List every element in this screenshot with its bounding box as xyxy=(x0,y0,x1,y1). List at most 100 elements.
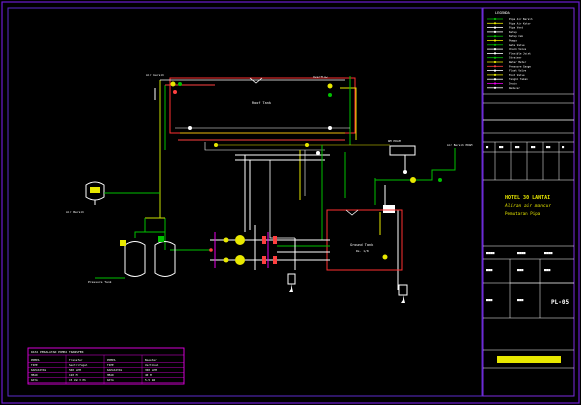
spec-table-cell: 300 LPM xyxy=(145,368,157,372)
spec-table-cell: KAPASITAS xyxy=(31,368,46,372)
svg-text:■■: ■■ xyxy=(546,145,551,149)
legend-symbol-dot xyxy=(493,39,497,42)
left-storage-tank xyxy=(85,181,160,205)
roof-tank-valves xyxy=(170,81,333,155)
cad-drawing-canvas: LEGENDA Pipa Air BersihPipa Air KotorPip… xyxy=(1,1,580,404)
legend-symbol-dot xyxy=(493,48,497,51)
legend-item-label: Gate Valve xyxy=(509,43,525,47)
svg-text:■■■■: ■■■■ xyxy=(517,251,526,255)
title-block: LEGENDA Pipa Air BersihPipa Air KotorPip… xyxy=(482,7,575,397)
project-subtitle-2: Pemutaran Pipa xyxy=(505,211,541,216)
legend-symbol-dot xyxy=(493,60,497,64)
meter-assembly xyxy=(383,170,442,213)
spec-table-cell: POMPA xyxy=(107,358,116,362)
left-tank-sub: Pressure Tank xyxy=(88,280,112,284)
legend-symbol-dot xyxy=(493,78,497,81)
legend-title: LEGENDA xyxy=(495,11,511,15)
ground-tank: Ground Tank Rs. 1/8 xyxy=(326,209,403,271)
sheet-code: PL-05 xyxy=(551,299,569,306)
legend-symbol-dot xyxy=(493,82,497,85)
legend-symbol-dot xyxy=(493,73,497,76)
legend-item-label: Pressure Gauge xyxy=(509,64,531,68)
legend-item-label: Pipa Air Bersih xyxy=(509,17,533,21)
legend-item-label: Float Valve xyxy=(509,69,527,73)
svg-text:■: ■ xyxy=(486,145,489,149)
legend-item-label: Reducer xyxy=(509,86,520,90)
drain-fixtures xyxy=(287,273,408,303)
legend-item-label: Check Valve xyxy=(509,47,527,51)
legend-item-label: Pipa Vent xyxy=(509,26,523,30)
spec-table-cell: 500 LPM xyxy=(69,368,81,372)
project-name: HOTEL 30 LANTAI xyxy=(505,195,550,201)
spec-table-cell: Booster xyxy=(145,358,157,362)
spec-table-cell: TIPE xyxy=(107,363,114,367)
legend-item-label: Pipa Air Kotor xyxy=(509,21,531,25)
pump-1 xyxy=(235,235,245,245)
spec-table-cell: 15 kW 3 Ph xyxy=(69,378,86,382)
svg-text:■■■: ■■■ xyxy=(517,268,524,272)
legend-symbol-dot xyxy=(493,52,497,55)
spec-table-cell: TIPE xyxy=(31,363,38,367)
legend: LEGENDA Pipa Air BersihPipa Air KotorPip… xyxy=(487,11,533,90)
roof-tank: Roof Tank xyxy=(169,77,356,134)
project-block: HOTEL 30 LANTAI Aliran air mancur Pemuta… xyxy=(504,195,551,216)
legend-symbol-dot xyxy=(493,30,497,33)
spec-table-cell: 120 M xyxy=(69,373,78,377)
spec-table-cell: Sentrifugal xyxy=(69,363,88,367)
pressure-tanks xyxy=(95,218,176,279)
title-bar xyxy=(497,356,561,363)
roof-tank-label: Roof Tank xyxy=(252,101,272,105)
svg-text:■■■: ■■■ xyxy=(517,298,524,302)
svg-text:■■: ■■ xyxy=(531,145,536,149)
right-box-label: Air Bersih PDAM xyxy=(447,143,473,147)
spec-table: DATA PERALATAN POMPA TRANSFER POMPA Trans… xyxy=(27,347,185,385)
top-left-pipe-label: Air bersih xyxy=(146,73,164,77)
legend-item-label: Pompa xyxy=(509,39,517,43)
spec-table-cell: HEAD xyxy=(107,373,114,377)
ground-tank-sub: Rs. 1/8 xyxy=(356,249,369,253)
legend-item-label: Katup Cek xyxy=(509,34,523,38)
spec-table-cell: Vertikal xyxy=(145,363,159,367)
legend-symbol-dot xyxy=(493,22,497,25)
svg-text:■■■: ■■■ xyxy=(486,298,493,302)
svg-text:■: ■ xyxy=(562,145,565,149)
legend-symbol-dot xyxy=(493,65,497,68)
spec-table-cell: DAYA xyxy=(31,378,38,382)
spec-table-cell: 40 M xyxy=(145,373,152,377)
legend-item-label: Drain xyxy=(509,82,517,86)
revision-table xyxy=(483,142,574,181)
svg-text:■■■■: ■■■■ xyxy=(486,251,495,255)
feed-line-right xyxy=(374,145,456,290)
meter-label: WM PDAM xyxy=(388,139,401,143)
legend-symbol-dot xyxy=(493,69,497,72)
project-subtitle-1: Aliran air mancur xyxy=(504,203,551,209)
legend-item-label: Flexible Joint xyxy=(509,51,531,55)
risers xyxy=(235,145,346,240)
pump-2 xyxy=(235,255,245,265)
legend-item-label: Strainer xyxy=(509,56,522,60)
top-right-pipe-label: Overflow xyxy=(313,75,328,79)
legend-symbol-dot xyxy=(493,43,497,46)
left-tank-label: Air Bersih xyxy=(66,210,84,214)
svg-text:■■■: ■■■ xyxy=(544,268,551,272)
spec-table-title: DATA PERALATAN POMPA TRANSFER xyxy=(31,350,84,354)
legend-item-label: Water Meter xyxy=(509,60,527,64)
legend-item-label: Katup xyxy=(509,30,517,34)
spec-table-cell: HEAD xyxy=(31,373,38,377)
legend-item-label: Tangki Tekan xyxy=(509,77,528,81)
ground-tank-label: Ground Tank xyxy=(350,243,374,247)
svg-text:■■: ■■ xyxy=(515,145,520,149)
legend-symbol-dot xyxy=(493,56,497,59)
legend-item-label: Foot Valve xyxy=(509,73,525,77)
spec-table-cell: KAPASITAS xyxy=(107,368,122,372)
legend-symbol-dot xyxy=(493,35,497,38)
spec-table-cell: 5.5 kW xyxy=(145,378,155,382)
legend-symbol-dot xyxy=(493,26,497,29)
legend-symbol-dot xyxy=(493,17,497,21)
svg-text:■■: ■■ xyxy=(499,145,504,149)
svg-text:■■■: ■■■ xyxy=(486,268,493,272)
spec-table-cell: DAYA xyxy=(107,378,114,382)
svg-text:■■■■: ■■■■ xyxy=(544,251,553,255)
spec-table-cell: POMPA xyxy=(31,358,40,362)
legend-symbol-dot xyxy=(493,86,497,89)
